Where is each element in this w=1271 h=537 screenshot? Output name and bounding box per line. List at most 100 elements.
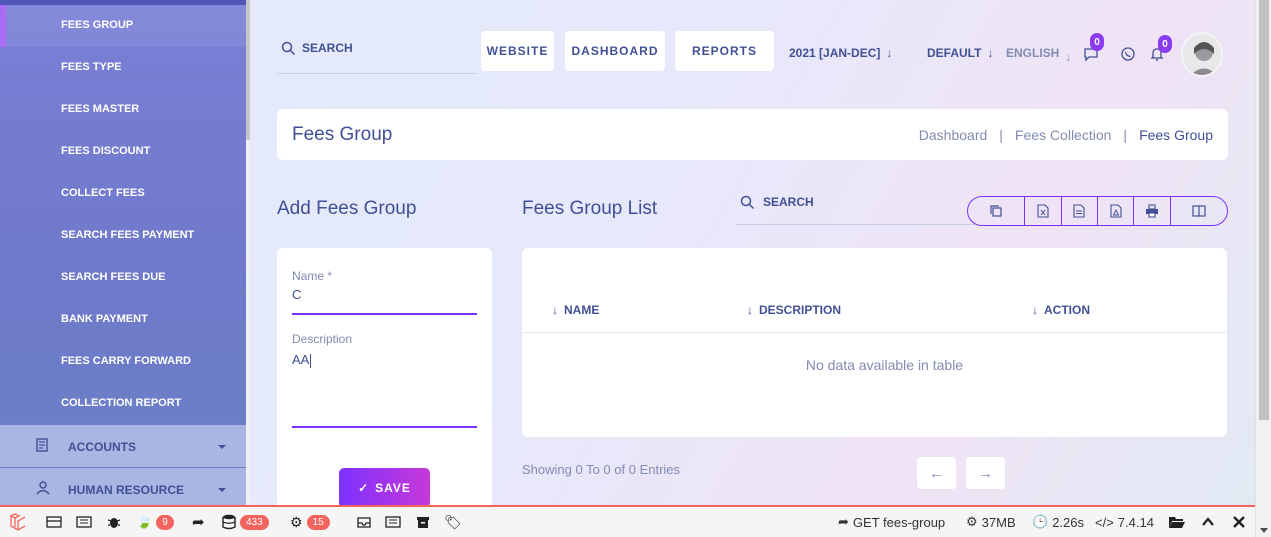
mail-tab-icon[interactable] [356, 507, 372, 537]
website-button[interactable]: WEBSITE [481, 31, 554, 71]
sidebar-item-collect-fees[interactable]: COLLECT FEES [61, 187, 145, 199]
header-search[interactable]: SEARCH [277, 33, 477, 74]
laravel-logo-icon[interactable] [8, 507, 28, 537]
breadcrumb-fees-collection[interactable]: Fees Collection [1015, 127, 1112, 143]
sidebar-item-search-fees-payment[interactable]: SEARCH FEES PAYMENT [61, 229, 194, 241]
bug-icon[interactable] [106, 507, 122, 537]
sidebar-section-accounts[interactable]: ACCOUNTS [0, 425, 246, 467]
archive-tab-icon[interactable] [415, 507, 431, 537]
share-icon: ➦ [838, 514, 849, 529]
route-info[interactable]: ➦ GET fees-group [838, 507, 945, 537]
scroll-down-icon[interactable] [1260, 528, 1268, 533]
next-page-button[interactable]: → [966, 457, 1005, 489]
column-header-name[interactable]: ↓ NAME [552, 303, 599, 317]
queries-tab[interactable]: 433 [222, 507, 269, 537]
sidebar-scrollbar[interactable] [246, 0, 250, 505]
models-tab[interactable]: ⚙ 15 [290, 507, 330, 537]
session-tab-icon[interactable] [385, 507, 401, 537]
description-field-underline [292, 426, 477, 428]
fees-group-table: ↓ NAME ↓ DESCRIPTION ↓ ACTION No data avail… [522, 248, 1227, 437]
caret-down-icon [218, 488, 226, 492]
dashboard-button[interactable]: DASHBOARD [565, 31, 665, 71]
close-icon[interactable] [1233, 507, 1245, 537]
search-icon [281, 41, 296, 56]
print-icon [1145, 204, 1158, 218]
memory-info[interactable]: ⚙ 37MB [966, 507, 1016, 537]
sidebar-item-collection-report[interactable]: COLLECTION REPORT [61, 397, 181, 409]
language-value: ENGLISH [1006, 46, 1060, 60]
sort-arrow-icon: ↓ [552, 303, 558, 317]
folder-open-icon[interactable] [1168, 507, 1186, 537]
database-icon [222, 514, 236, 530]
sidebar-item-fees-discount[interactable]: FEES DISCOUNT [61, 145, 150, 157]
description-value: AA [292, 352, 310, 367]
description-field[interactable]: AA [292, 352, 312, 368]
breadcrumb-dashboard[interactable]: Dashboard [919, 127, 988, 143]
columns-icon [1192, 205, 1206, 217]
save-button[interactable]: ✓ SAVE [339, 468, 430, 508]
timeline-tab-icon[interactable] [76, 507, 92, 537]
copy-icon [990, 205, 1002, 217]
language-select[interactable]: ENGLISH ↓ [1006, 46, 1071, 64]
breadcrumb-separator: | [999, 127, 1003, 143]
sidebar-section-label: HUMAN RESOURCE [68, 483, 185, 497]
column-header-description[interactable]: ↓ DESCRIPTION [747, 303, 841, 317]
style-select[interactable]: DEFAULT ↓ [927, 46, 993, 60]
arrow-left-icon: ← [929, 464, 944, 482]
views-count-badge: 9 [156, 514, 174, 530]
route-tab-icon[interactable]: ➦ [192, 507, 205, 537]
messages-tab-icon[interactable] [46, 507, 62, 537]
column-header-label: ACTION [1044, 303, 1090, 317]
cubes-icon: ⚙ [290, 513, 303, 530]
columns-button[interactable] [1171, 197, 1227, 225]
name-field[interactable]: C [292, 287, 301, 302]
sidebar-item-search-fees-due[interactable]: SEARCH FEES DUE [61, 271, 166, 283]
notifications-badge: 0 [1158, 35, 1172, 53]
whatsapp-icon[interactable] [1120, 46, 1136, 62]
list-search[interactable]: SEARCH [735, 186, 975, 225]
sidebar-section-label: ACCOUNTS [68, 440, 136, 454]
views-tab[interactable]: 🍃 9 [136, 507, 174, 537]
arrow-down-icon: ↓ [987, 46, 994, 60]
column-header-action[interactable]: ↓ ACTION [1032, 303, 1090, 317]
models-count-badge: 15 [306, 514, 330, 530]
sidebar-section-human-resource[interactable]: HUMAN RESOURCE [0, 468, 246, 505]
session-select[interactable]: 2021 [JAN-DEC] ↓ [789, 46, 892, 60]
leaf-icon: 🍃 [136, 514, 153, 529]
php-version-info: </> 7.4.14 [1095, 507, 1154, 537]
search-icon [740, 195, 755, 210]
copy-button[interactable] [968, 197, 1026, 225]
sidebar-item-fees-type[interactable]: FEES TYPE [61, 61, 122, 73]
sidebar-item-bank-payment[interactable]: BANK PAYMENT [61, 313, 148, 325]
reports-button[interactable]: REPORTS [675, 31, 774, 71]
column-header-label: NAME [564, 303, 600, 317]
print-button[interactable] [1134, 197, 1171, 225]
cogs-icon: ⚙ [966, 514, 978, 529]
page-scrollbar[interactable] [1255, 0, 1271, 537]
page-scrollbar-thumb[interactable] [1259, 0, 1269, 420]
name-field-underline [292, 313, 477, 315]
csv-button[interactable] [1062, 197, 1098, 225]
maximize-chevron-icon[interactable] [1201, 507, 1215, 537]
empty-table-message: No data available in table [805, 357, 964, 373]
column-header-label: DESCRIPTION [759, 303, 842, 317]
pdf-button[interactable] [1098, 197, 1135, 225]
sidebar-item-fees-carry-forward[interactable]: FEES CARRY FORWARD [61, 355, 191, 367]
sidebar-scrollbar-thumb[interactable] [246, 0, 250, 140]
pdf-icon [1110, 204, 1122, 218]
sidebar-item-fees-group[interactable]: FEES GROUP [61, 19, 133, 31]
excel-button[interactable] [1025, 197, 1062, 225]
breadcrumb-separator: | [1123, 127, 1128, 143]
sort-arrow-icon: ↓ [747, 303, 753, 317]
time-info[interactable]: 🕒 2.26s [1032, 507, 1084, 537]
csv-icon [1073, 204, 1085, 218]
sidebar-item-fees-master[interactable]: FEES MASTER [61, 103, 139, 115]
list-search-input[interactable]: SEARCH [763, 195, 814, 209]
search-input[interactable]: SEARCH [302, 41, 353, 55]
avatar[interactable] [1181, 32, 1223, 77]
name-field-label: Name * [292, 269, 333, 283]
previous-page-button[interactable]: ← [917, 457, 956, 489]
add-fees-group-heading: Add Fees Group [277, 198, 417, 219]
php-version-value: 7.4.14 [1117, 514, 1154, 530]
tags-tab-icon[interactable]: 🏷 [444, 507, 462, 537]
